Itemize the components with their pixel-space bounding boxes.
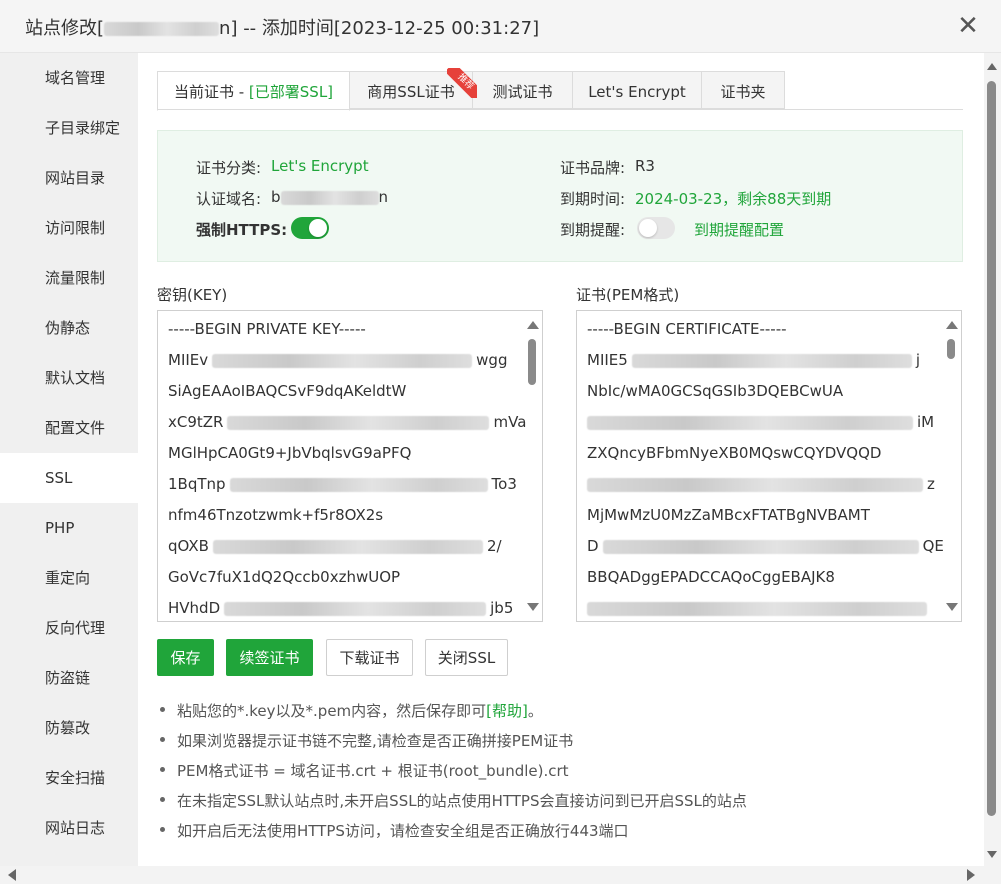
sidebar-item-default-doc[interactable]: 默认文档	[0, 353, 138, 403]
cert-line: -----BEGIN CERTIFICATE-----	[587, 320, 787, 338]
renew-cert-button[interactable]: 续签证书	[226, 639, 313, 676]
cert-line: D QE	[587, 537, 944, 555]
sidebar-item-config[interactable]: 配置文件	[0, 403, 138, 453]
key-line: SiAgEAAoIBAQCSvF9dqAKeldtW	[168, 382, 407, 400]
ribbon-text: 推荐	[447, 68, 477, 98]
title-prefix: 站点修改[	[25, 18, 105, 39]
sidebar: 域名管理 子目录绑定 网站目录 访问限制 流量限制 伪静态 默认文档 配置文件 …	[0, 53, 138, 866]
brand-label: 证书品牌:	[560, 159, 626, 177]
domain-label: 认证域名:	[196, 190, 262, 208]
private-key-textarea[interactable]: -----BEGIN PRIVATE KEY----- MIIEv wgg SiA…	[157, 310, 543, 622]
sidebar-item-subdir[interactable]: 子目录绑定	[0, 103, 138, 153]
sidebar-item-hotlink[interactable]: 防盗链	[0, 653, 138, 703]
save-button[interactable]: 保存	[157, 639, 214, 676]
page-vertical-scrollbar[interactable]	[984, 53, 1001, 866]
tip-item: 如果浏览器提示证书链不完整,请检查是否正确拼接PEM证书	[160, 728, 573, 758]
redacted-site-name	[104, 22, 220, 36]
category-value: Let's Encrypt	[271, 157, 369, 175]
key-line: HVhdD jb5	[168, 599, 514, 617]
expire-label: 到期时间:	[560, 190, 626, 208]
expire-remind-toggle[interactable]	[637, 217, 675, 239]
force-https-label: 强制HTTPS:	[196, 221, 288, 239]
expire-value: 2024-03-23，剩余88天到期	[635, 190, 832, 208]
dialog-title: 站点修改[ n] -- 添加时间[2023-12-25 00:31:27]	[25, 14, 539, 40]
scroll-up-icon[interactable]	[946, 321, 958, 329]
scroll-left-icon[interactable]	[8, 869, 16, 881]
sidebar-item-domain[interactable]: 域名管理	[0, 53, 138, 103]
scroll-down-icon[interactable]	[946, 603, 958, 611]
cert-line: z	[587, 475, 935, 493]
expire-remind-label: 到期提醒:	[560, 221, 626, 239]
sidebar-item-ssl[interactable]: SSL	[0, 453, 138, 503]
tab-test-cert[interactable]: 测试证书	[472, 71, 573, 109]
key-label: 密钥(KEY)	[157, 286, 228, 304]
key-line: MGlHpCA0Gt9+JbVbqlsvG9aPFQ	[168, 444, 412, 462]
domain-value: bn	[271, 188, 388, 206]
sidebar-item-php[interactable]: PHP	[0, 503, 138, 553]
recommend-ribbon: 推荐	[447, 68, 477, 98]
scroll-down-icon[interactable]	[987, 851, 997, 858]
title-added-time: -- 添加时间[2023-12-25 00:31:27]	[237, 18, 540, 39]
sidebar-item-access-limit[interactable]: 访问限制	[0, 203, 138, 253]
title-suffix: n]	[219, 18, 238, 39]
key-line: xC9tZR mVa	[168, 413, 527, 431]
help-link[interactable]: [帮助]	[486, 702, 528, 720]
close-ssl-button[interactable]: 关闭SSL	[425, 639, 508, 676]
page-horizontal-scrollbar[interactable]	[0, 866, 1001, 884]
tab-current-label: 当前证书 -	[173, 83, 249, 101]
scroll-up-icon[interactable]	[527, 321, 539, 329]
scroll-thumb[interactable]	[947, 339, 955, 359]
tab-letsencrypt[interactable]: Let's Encrypt	[572, 71, 702, 109]
scroll-thumb[interactable]	[987, 81, 996, 816]
key-line: nfm46Tnzotzwmk+f5r8OX2s	[168, 506, 384, 524]
tab-cert-folder[interactable]: 证书夹	[701, 71, 785, 109]
scroll-up-icon[interactable]	[987, 63, 997, 70]
sidebar-item-traffic-limit[interactable]: 流量限制	[0, 253, 138, 303]
scroll-down-icon[interactable]	[527, 603, 539, 611]
sidebar-item-redirect[interactable]: 重定向	[0, 553, 138, 603]
sidebar-item-rewrite[interactable]: 伪静态	[0, 303, 138, 353]
tip-item: 如开启后无法使用HTTPS访问，请检查安全组是否正确放行443端口	[160, 818, 629, 848]
cert-line	[587, 599, 927, 617]
key-line: qOXB 2/	[168, 537, 502, 555]
sidebar-item-site-dir[interactable]: 网站目录	[0, 153, 138, 203]
sidebar-item-tamper[interactable]: 防篡改	[0, 703, 138, 753]
cert-line: iM	[587, 413, 934, 431]
tip-item: 在未指定SSL默认站点时,未开启SSL的站点使用HTTPS会直接访问到已开启SS…	[160, 788, 747, 818]
remind-config-link[interactable]: 到期提醒配置	[694, 219, 784, 240]
dialog-titlebar: 站点修改[ n] -- 添加时间[2023-12-25 00:31:27] ✕	[0, 0, 1001, 53]
tab-divider	[157, 109, 963, 110]
tip-item: 粘贴您的*.key以及*.pem内容，然后保存即可[帮助]。	[160, 698, 543, 728]
tip-item: PEM格式证书 = 域名证书.crt + 根证书(root_bundle).cr…	[160, 758, 569, 788]
key-scrollbar[interactable]	[522, 311, 542, 621]
certificate-textarea[interactable]: -----BEGIN CERTIFICATE----- MIIE5 j NbIc/…	[576, 310, 962, 622]
cert-line: BBQADggEPADCCAQoCggEBAJK8	[587, 568, 835, 586]
brand-value: R3	[635, 157, 655, 175]
category-label: 证书分类:	[196, 159, 262, 177]
cert-line: NbIc/wMA0GCSqGSIb3DQEBCwUA	[587, 382, 844, 400]
scroll-right-icon[interactable]	[967, 869, 975, 881]
key-line: -----BEGIN PRIVATE KEY-----	[168, 320, 366, 338]
key-line: 1BqTnp To3	[168, 475, 517, 493]
tab-current-status: [已部署SSL]	[248, 83, 334, 101]
cert-scrollbar[interactable]	[941, 311, 961, 621]
tab-current-cert[interactable]: 当前证书 - [已部署SSL]	[157, 71, 350, 111]
sidebar-item-site-log[interactable]: 网站日志	[0, 803, 138, 853]
sidebar-item-security-scan[interactable]: 安全扫描	[0, 753, 138, 803]
cert-info-panel: 证书分类: Let's Encrypt 证书品牌: R3 认证域名: bn 到期…	[157, 130, 963, 262]
force-https-toggle[interactable]	[291, 217, 329, 239]
domain-visible-end: n	[378, 188, 389, 206]
key-line: MIIEv wgg	[168, 351, 508, 369]
domain-visible-start: b	[271, 188, 281, 206]
sidebar-item-reverse-proxy[interactable]: 反向代理	[0, 603, 138, 653]
cert-line: MIIE5 j	[587, 351, 920, 369]
redacted-domain	[280, 190, 379, 205]
cert-line: ZXQncyBFbmNyeXB0MQswCQYDVQQD	[587, 444, 882, 462]
cert-label: 证书(PEM格式)	[576, 286, 680, 304]
key-line: GoVc7fuX1dQ2Qccb0xzhwUOP	[168, 568, 401, 586]
close-icon[interactable]: ✕	[956, 13, 980, 39]
scroll-thumb[interactable]	[528, 339, 536, 385]
download-cert-button[interactable]: 下载证书	[326, 639, 413, 676]
cert-line: MjMwMzU0MzZaMBcxFTATBgNVBAMT	[587, 506, 870, 524]
